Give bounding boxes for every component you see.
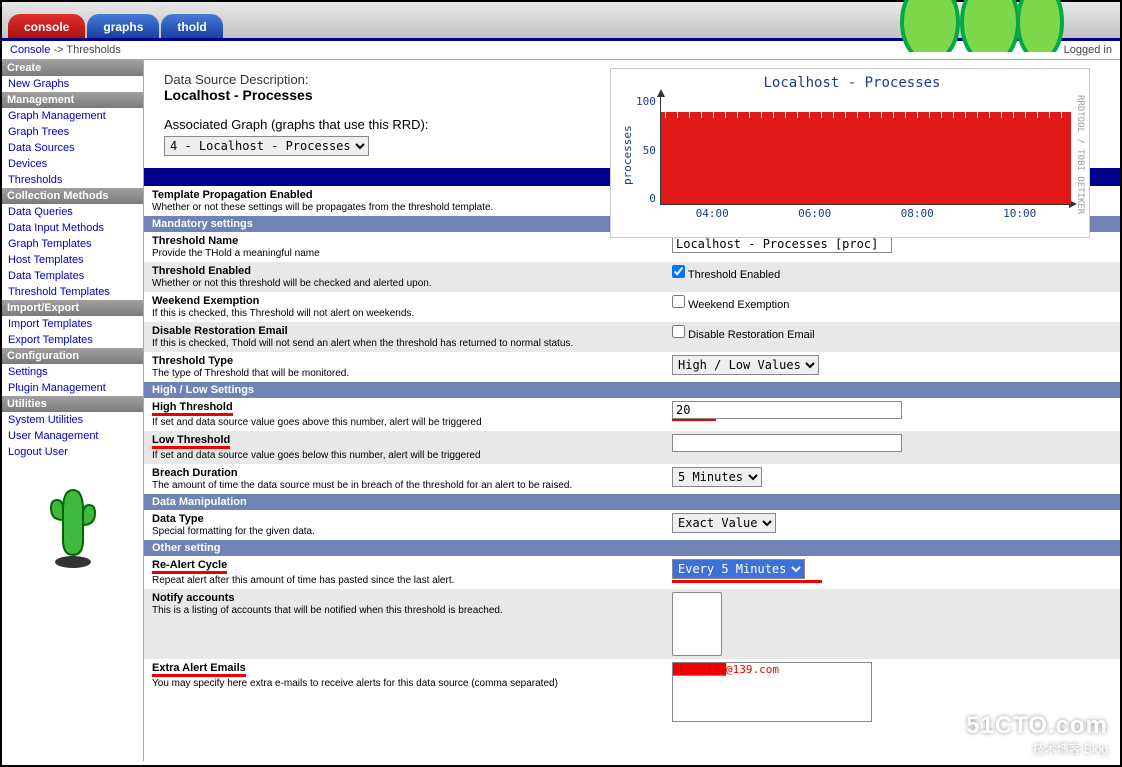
high-threshold-label: High Threshold — [152, 401, 233, 416]
weekend-cb-label: Weekend Exemption — [688, 299, 789, 311]
template-prop-desc: Whether or not these settings will be pr… — [152, 202, 493, 213]
weekend-checkbox[interactable] — [672, 295, 685, 308]
watermark: 51CTO.com 技术博客 Blog — [966, 712, 1108, 757]
breach-label: Breach Duration — [152, 467, 238, 479]
sb-data-templates[interactable]: Data Templates — [2, 268, 143, 284]
sb-devices[interactable]: Devices — [2, 156, 143, 172]
threshold-name-desc: Provide the THold a meaningful name — [152, 248, 320, 259]
sb-settings[interactable]: Settings — [2, 364, 143, 380]
tab-thold[interactable]: thold — [161, 14, 222, 38]
sb-logout-user[interactable]: Logout User — [2, 444, 143, 460]
chart-title: Localhost - Processes — [619, 75, 1085, 91]
sb-threshold-templates[interactable]: Threshold Templates — [2, 284, 143, 300]
breadcrumb-sep: -> — [50, 44, 66, 56]
sb-header-importexport: Import/Export — [2, 300, 143, 316]
top-tab-bar: console graphs thold — [2, 2, 1120, 41]
sb-thresholds[interactable]: Thresholds — [2, 172, 143, 188]
logged-in-label: Logged in — [1064, 44, 1112, 56]
low-threshold-input[interactable] — [672, 434, 902, 452]
threshold-type-label: Threshold Type — [152, 355, 233, 367]
data-manip-header: Data Manipulation — [144, 494, 1120, 510]
sb-new-graphs[interactable]: New Graphs — [2, 76, 143, 92]
chart-yaxis: 100 50 0 — [636, 91, 660, 219]
restore-checkbox[interactable] — [672, 325, 685, 338]
sb-header-utilities: Utilities — [2, 396, 143, 412]
extra-emails-desc: You may specify here extra e-mails to re… — [152, 678, 558, 689]
tab-graphs[interactable]: graphs — [87, 14, 159, 38]
sidebar: Create New Graphs Management Graph Manag… — [2, 60, 144, 761]
threshold-name-label: Threshold Name — [152, 235, 238, 247]
low-threshold-label: Low Threshold — [152, 434, 230, 449]
cactus-banner-icon — [890, 0, 1070, 52]
tab-console[interactable]: console — [8, 14, 85, 38]
sb-graph-management[interactable]: Graph Management — [2, 108, 143, 124]
notify-label: Notify accounts — [152, 592, 235, 604]
sb-export-templates[interactable]: Export Templates — [2, 332, 143, 348]
notify-desc: This is a listing of accounts that will … — [152, 605, 503, 616]
restore-desc: If this is checked, Thold will not send … — [152, 338, 573, 349]
sb-system-utilities[interactable]: System Utilities — [2, 412, 143, 428]
sb-header-collection: Collection Methods — [2, 188, 143, 204]
breach-desc: The amount of time the data source must … — [152, 480, 572, 491]
high-low-header: High / Low Settings — [144, 382, 1120, 398]
threshold-enabled-checkbox[interactable] — [672, 265, 685, 278]
weekend-desc: If this is checked, this Threshold will … — [152, 308, 414, 319]
high-threshold-input[interactable] — [672, 401, 902, 419]
other-setting-header: Other setting — [144, 540, 1120, 556]
sb-user-management[interactable]: User Management — [2, 428, 143, 444]
graph-preview: Localhost - Processes processes 100 50 0… — [610, 68, 1090, 238]
sb-import-templates[interactable]: Import Templates — [2, 316, 143, 332]
sb-plugin-management[interactable]: Plugin Management — [2, 380, 143, 396]
watermark-big: 51CTO.com — [966, 712, 1108, 740]
threshold-type-desc: The type of Threshold that will be monit… — [152, 368, 349, 379]
breadcrumb-console-link[interactable]: Console — [10, 44, 50, 56]
sb-header-create: Create — [2, 60, 143, 76]
breach-duration-select[interactable]: 5 Minutes — [672, 467, 762, 487]
restore-cb-label: Disable Restoration Email — [688, 329, 815, 341]
sb-data-input-methods[interactable]: Data Input Methods — [2, 220, 143, 236]
high-threshold-desc: If set and data source value goes above … — [152, 417, 482, 428]
chart-plot-area: 04:00 06:00 08:00 10:00 — [660, 95, 1071, 205]
watermark-small: 技术博客 Blog — [966, 740, 1108, 757]
low-threshold-desc: If set and data source value goes below … — [152, 450, 481, 461]
notify-accounts-select[interactable] — [672, 592, 722, 656]
sb-header-configuration: Configuration — [2, 348, 143, 364]
weekend-label: Weekend Exemption — [152, 295, 259, 307]
breadcrumb-leaf: Thresholds — [66, 44, 120, 56]
template-prop-label: Template Propagation Enabled — [152, 189, 313, 201]
chart-ylabel: processes — [619, 91, 636, 219]
sb-header-management: Management — [2, 92, 143, 108]
main-pane: Data Source Description: Localhost - Pro… — [144, 60, 1120, 761]
data-type-select[interactable]: Exact Value — [672, 513, 776, 533]
cactus-logo-icon — [2, 480, 143, 573]
associated-graph-select[interactable]: 4 - Localhost - Processes — [164, 136, 369, 156]
realert-label: Re-Alert Cycle — [152, 559, 227, 574]
sb-data-queries[interactable]: Data Queries — [2, 204, 143, 220]
sb-data-sources[interactable]: Data Sources — [2, 140, 143, 156]
extra-emails-textarea[interactable]: ████████@139.com — [672, 662, 872, 722]
data-type-desc: Special formatting for the given data. — [152, 526, 315, 537]
restore-label: Disable Restoration Email — [152, 325, 288, 337]
threshold-enabled-label: Threshold Enabled — [152, 265, 251, 277]
sb-graph-templates[interactable]: Graph Templates — [2, 236, 143, 252]
data-type-label: Data Type — [152, 513, 204, 525]
threshold-enabled-cb-label: Threshold Enabled — [688, 269, 780, 281]
threshold-type-select[interactable]: High / Low Values — [672, 355, 819, 375]
realert-select[interactable]: Every 5 Minutes — [672, 559, 805, 579]
sb-host-templates[interactable]: Host Templates — [2, 252, 143, 268]
extra-emails-label: Extra Alert Emails — [152, 662, 246, 677]
realert-desc: Repeat alert after this amount of time h… — [152, 575, 454, 586]
sb-graph-trees[interactable]: Graph Trees — [2, 124, 143, 140]
threshold-enabled-desc: Whether or not this threshold will be ch… — [152, 278, 432, 289]
